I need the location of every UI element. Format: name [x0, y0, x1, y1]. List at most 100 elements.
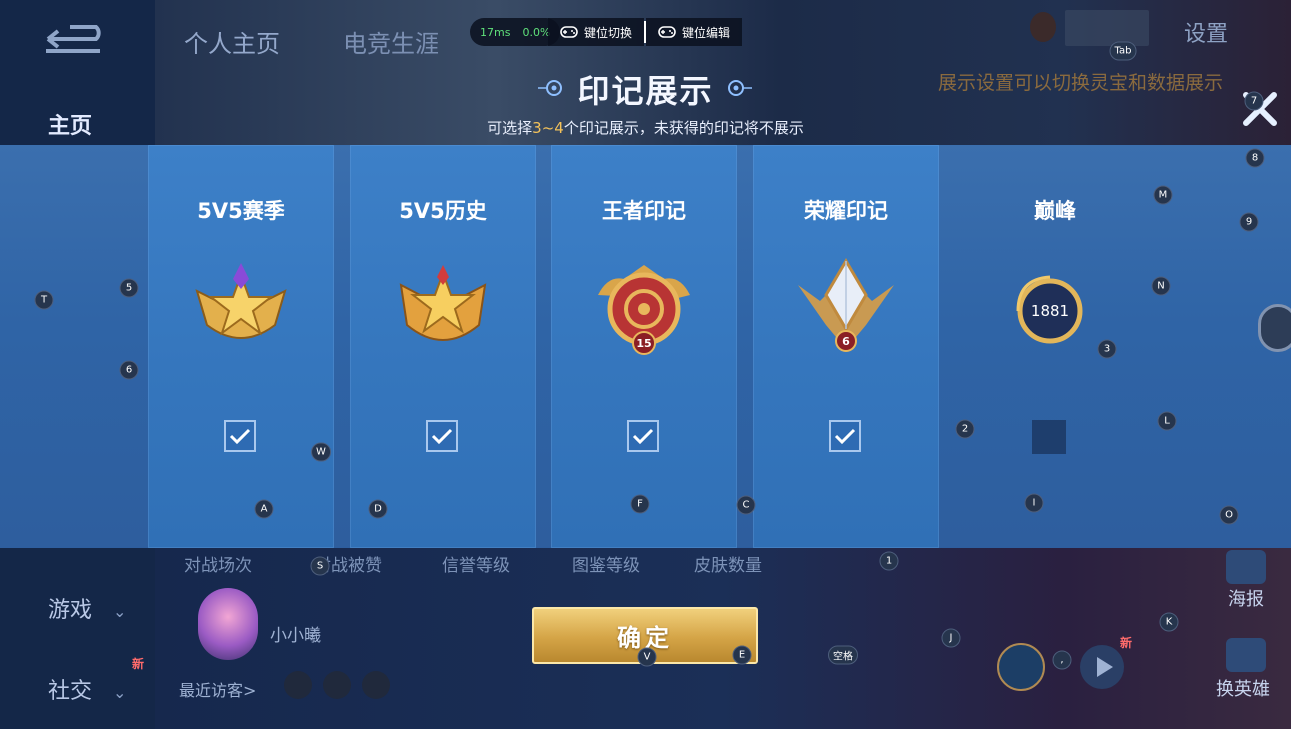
key-hint-k: K [1159, 612, 1179, 632]
key-hint-2: 2 [955, 419, 975, 439]
chevron-down-icon: ⌄ [113, 602, 127, 621]
season-star-badge-icon [195, 263, 287, 339]
checkmark-icon [229, 428, 251, 445]
emblem-card-king[interactable]: 王者印记 15 [551, 145, 737, 548]
key-hint-5: 5 [119, 278, 139, 298]
packet-loss-value: 0.0% [522, 25, 551, 39]
stat-credit: 信誉等级 [442, 556, 510, 576]
key-hint-o: O [1219, 505, 1239, 525]
key-hint-w: W [311, 442, 331, 462]
key-hint-f: F [630, 494, 650, 514]
key-hint-tab: Tab [1109, 41, 1137, 61]
username: 小小曦 [270, 626, 321, 646]
key-hint-d: D [368, 499, 388, 519]
switch-hero-icon[interactable] [1226, 638, 1266, 672]
card-title: 巅峰 [1034, 199, 1076, 223]
chevron-down-icon: ⌄ [113, 683, 127, 702]
key-hint-i: I [1024, 493, 1044, 513]
sidebar-item-label: 游戏 [48, 598, 93, 623]
key-hint-1: 1 [879, 551, 899, 571]
recent-visitors-link[interactable]: 最近访客> [179, 677, 256, 701]
key-edit-label: 键位编辑 [682, 25, 731, 40]
vip-icon[interactable] [1030, 12, 1056, 42]
dialog-title: 印记展示 [577, 72, 714, 110]
key-switch-button[interactable]: 键位切换 [548, 18, 645, 46]
title-ornament-right-icon [728, 80, 752, 96]
poster-button[interactable]: 海报 [1228, 585, 1264, 611]
king-emblem-icon: 15 [598, 265, 690, 355]
key-hint-6: 6 [119, 360, 139, 380]
subtitle-range: 3~4 [532, 119, 564, 137]
sidebar-item-game[interactable]: 游戏 ⌄ [48, 592, 126, 624]
tab-career[interactable]: 电竞生涯 [343, 24, 439, 59]
subtitle-suffix: 个印记展示，未获得的印记将不展示 [563, 119, 804, 137]
key-hint-v: V [637, 647, 657, 667]
play-triangle-icon [1097, 657, 1113, 677]
key-hint-8: 8 [1245, 148, 1265, 168]
history-star-badge-icon [399, 265, 487, 341]
stat-matches: 对战场次 [184, 556, 252, 576]
select-checkbox[interactable] [829, 420, 861, 452]
card-title: 王者印记 [602, 199, 686, 223]
visitor-avatar[interactable] [284, 671, 312, 699]
emblem-card-peak[interactable]: 巅峰 1881 [955, 145, 1155, 548]
checkmark-icon [632, 428, 654, 445]
checkmark-icon [834, 428, 856, 445]
ping-value: 17ms [480, 25, 511, 39]
stat-skins: 皮肤数量 [694, 556, 762, 576]
subtitle-prefix: 可选择 [487, 119, 533, 137]
key-hint-9: 9 [1239, 212, 1259, 232]
key-hint-t: T [34, 290, 54, 310]
key-hint-a: A [254, 499, 274, 519]
play-icon[interactable] [1080, 645, 1124, 689]
peak-rating-text: 1881 [1031, 302, 1069, 320]
network-status: 17ms 0.0% [470, 18, 561, 46]
vip-info-box [1065, 10, 1149, 46]
visitor-avatar[interactable] [323, 671, 351, 699]
avatar[interactable] [198, 588, 258, 660]
key-switch-label: 键位切换 [584, 25, 633, 40]
hero-action-icon[interactable] [997, 643, 1045, 691]
select-checkbox[interactable] [426, 420, 458, 452]
dialog-subtitle: 可选择3~4个印记展示，未获得的印记将不展示 [0, 117, 1291, 138]
emblem-card-season[interactable]: 5V5赛季 [148, 145, 334, 548]
glory-emblem-icon: 6 [798, 258, 894, 352]
switch-hero-button[interactable]: 换英雄 [1216, 675, 1270, 701]
emblem-card-glory[interactable]: 荣耀印记 6 [753, 145, 939, 548]
key-hint-n: N [1151, 276, 1171, 296]
key-hint-space: 空格 [828, 645, 858, 665]
card-title: 5V5赛季 [197, 199, 285, 223]
king-level-text: 15 [636, 337, 651, 350]
checkmark-icon [431, 428, 453, 445]
key-hint-comma: , [1052, 650, 1072, 670]
card-title: 荣耀印记 [804, 199, 888, 223]
select-checkbox[interactable] [224, 420, 256, 452]
card-title: 5V5历史 [399, 199, 487, 223]
key-hint-7: 7 [1244, 91, 1264, 111]
glory-level-text: 6 [842, 335, 850, 348]
peak-rating-icon: 1881 [1016, 275, 1083, 344]
gamepad-icon [658, 26, 676, 38]
key-hint-l: L [1157, 411, 1177, 431]
key-hint-j: J [941, 628, 961, 648]
poster-icon[interactable] [1226, 550, 1266, 584]
key-hint-s: S [310, 556, 330, 576]
visitor-avatar[interactable] [362, 671, 390, 699]
key-edit-button[interactable]: 键位编辑 [646, 18, 743, 46]
key-hint-3: 3 [1097, 339, 1117, 359]
settings-button[interactable]: 设置 [1184, 16, 1228, 48]
key-hint-m: M [1153, 185, 1173, 205]
side-expand-icon[interactable] [1258, 304, 1291, 352]
stat-codex: 图鉴等级 [572, 556, 640, 576]
gamepad-icon [560, 26, 578, 38]
back-arrow-icon[interactable] [40, 22, 106, 56]
select-checkbox[interactable] [627, 420, 659, 452]
sidebar-item-social[interactable]: 社交 ⌄ [48, 673, 126, 705]
tab-profile[interactable]: 个人主页 [184, 24, 280, 59]
emblem-card-history[interactable]: 5V5历史 [350, 145, 536, 548]
key-hint-c: C [736, 495, 756, 515]
sidebar-item-label: 社交 [48, 679, 93, 704]
key-hint-e: E [732, 645, 752, 665]
select-checkbox[interactable] [1032, 420, 1066, 454]
new-badge: 新 [1120, 636, 1133, 650]
